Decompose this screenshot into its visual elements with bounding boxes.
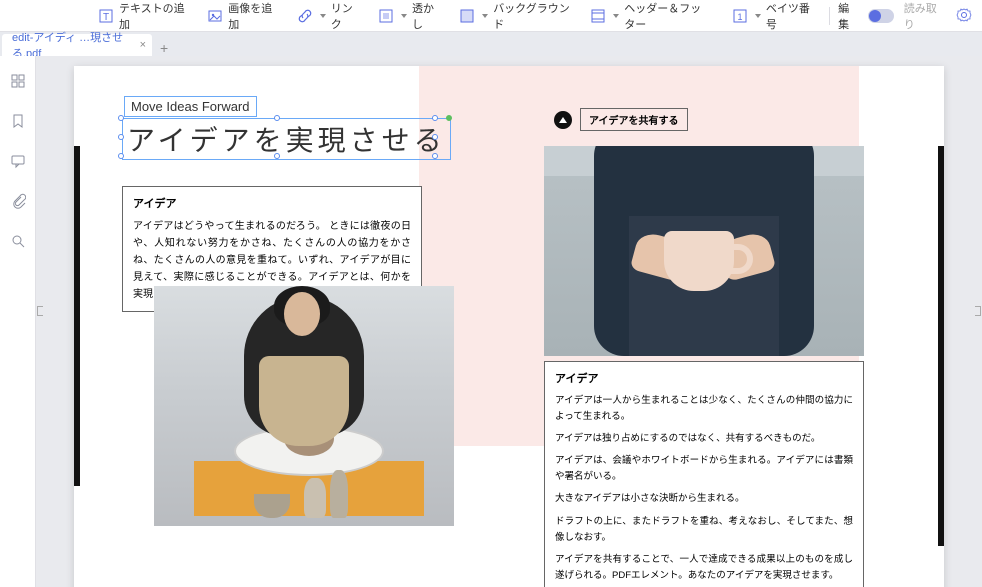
selection-handle[interactable] (118, 115, 124, 121)
watermark-button[interactable]: 透かし (370, 0, 447, 35)
main-area: Move Ideas Forward アイデアを実現させる アイデア アイデアは… (0, 56, 982, 587)
gear-icon[interactable] (956, 8, 972, 24)
add-tab-button[interactable]: + (160, 40, 168, 56)
background-label: バックグラウンド (493, 0, 570, 32)
selection-handle[interactable] (432, 115, 438, 121)
selection-handle[interactable] (118, 153, 124, 159)
decor-bar-right (938, 146, 944, 546)
idea-p1: アイデアは一人から生まれることは少なく、たくさんの仲間の協力によって生まれる。 (555, 393, 853, 425)
chevron-down-icon (401, 14, 407, 18)
read-mode-label: 読み取り (904, 0, 944, 32)
chevron-down-icon (482, 14, 488, 18)
link-button[interactable]: リンク (289, 0, 366, 35)
document-canvas[interactable]: Move Ideas Forward アイデアを実現させる アイデア アイデアは… (36, 56, 982, 587)
thumbnails-icon[interactable] (9, 72, 27, 90)
page-spread: Move Ideas Forward アイデアを実現させる アイデア アイデアは… (74, 66, 944, 587)
selection-handle[interactable] (432, 134, 438, 140)
share-idea-block[interactable]: アイデアを共有する (554, 108, 688, 131)
mug-image[interactable] (544, 146, 864, 356)
idea-p5: ドラフトの上に、またドラフトを重ね、考えなおし、そしてまた、想像しなおす。 (555, 514, 853, 546)
share-idea-label: アイデアを共有する (589, 116, 679, 127)
background-button[interactable]: バックグラウンド (451, 0, 578, 35)
bates-label: ベイツ番号 (766, 0, 813, 32)
idea-p4: 大きなアイデアは小さな決断から生まれる。 (555, 491, 853, 507)
close-icon[interactable]: × (140, 39, 146, 51)
title-text: アイデアを実現させる (127, 126, 446, 157)
search-icon[interactable] (9, 232, 27, 250)
idea-box-right[interactable]: アイデア アイデアは一人から生まれることは少なく、たくさんの仲間の協力によって生… (544, 361, 864, 587)
ruler-marker-left (37, 306, 43, 316)
header-footer-label: ヘッダー＆フッター (624, 0, 712, 32)
subtitle-text: Move Ideas Forward (131, 99, 250, 114)
background-icon (459, 8, 475, 24)
link-icon (297, 8, 313, 24)
svg-text:T: T (103, 12, 109, 23)
header-footer-icon (590, 8, 606, 24)
selection-handle[interactable] (432, 153, 438, 159)
idea-p3: アイデアは、会議やホワイトボードから生まれる。アイデアには書類や署名がいる。 (555, 453, 853, 485)
selection-handle[interactable] (274, 115, 280, 121)
editor-toolbar: T テキストの追加 画像を追加 リンク 透かし バックグラウンド ヘッダー＆フッ… (0, 0, 982, 32)
watermark-icon (378, 8, 394, 24)
bates-icon: 1 (732, 8, 748, 24)
title-text-selected[interactable]: アイデアを実現させる (122, 118, 451, 160)
add-image-label: 画像を追加 (228, 0, 276, 32)
edit-read-toggle[interactable] (868, 9, 894, 23)
add-text-label: テキストの追加 (119, 0, 187, 32)
tab-bar: edit-アイディ …現させる.pdf × + (0, 32, 982, 56)
ruler-marker-right (975, 306, 981, 316)
share-arrow-icon (554, 111, 572, 129)
idea-p2: アイデアは独り占めにするのではなく、共有するべきものだ。 (555, 431, 853, 447)
comment-icon[interactable] (9, 152, 27, 170)
bookmark-icon[interactable] (9, 112, 27, 130)
add-image-button[interactable]: 画像を追加 (199, 0, 284, 35)
selection-handle[interactable] (118, 134, 124, 140)
watermark-label: 透かし (412, 0, 439, 32)
separator (829, 7, 830, 25)
rotation-handle[interactable] (446, 115, 452, 121)
link-label: リンク (331, 0, 358, 32)
chevron-down-icon (320, 14, 326, 18)
decor-bar-left (74, 146, 80, 486)
document-tab[interactable]: edit-アイディ …現させる.pdf × (2, 34, 152, 56)
idea-p6: アイデアを共有することで、一人で達成できる成果以上のものを成し遂げられる。PDF… (555, 552, 853, 584)
chevron-down-icon (613, 14, 619, 18)
attachment-icon[interactable] (9, 192, 27, 210)
image-icon (207, 8, 223, 24)
subtitle-frame[interactable]: Move Ideas Forward (124, 96, 257, 117)
left-sidebar (0, 56, 36, 587)
idea-heading: アイデア (133, 195, 411, 214)
idea-heading-right: アイデア (555, 370, 853, 389)
bates-button[interactable]: 1 ベイツ番号 (724, 0, 821, 35)
svg-text:1: 1 (737, 12, 742, 22)
text-icon: T (98, 8, 114, 24)
header-footer-button[interactable]: ヘッダー＆フッター (582, 0, 720, 35)
selection-handle[interactable] (274, 153, 280, 159)
pottery-image[interactable] (154, 286, 454, 526)
chevron-down-icon (755, 14, 761, 18)
edit-mode-label: 編集 (838, 0, 858, 32)
